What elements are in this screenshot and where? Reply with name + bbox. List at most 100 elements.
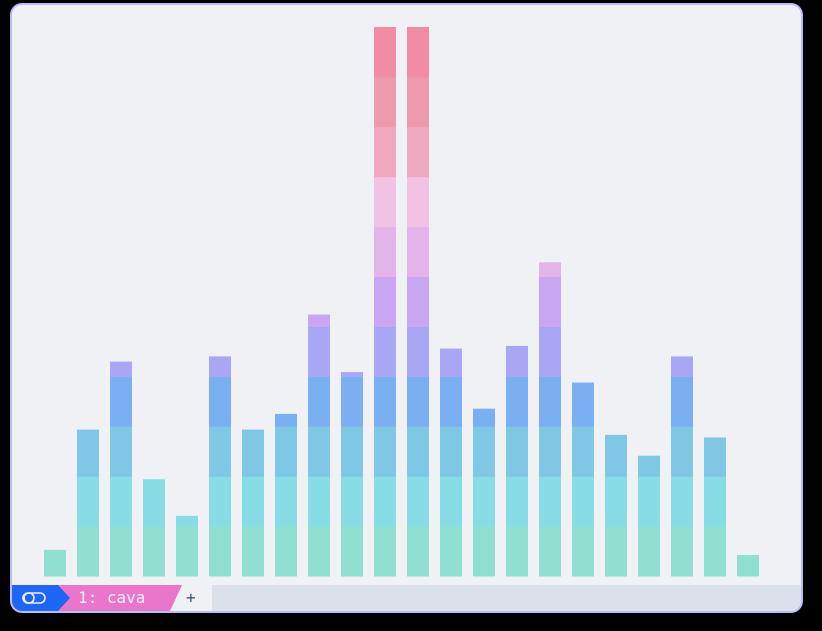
tmux-status-bar: 1: cava + <box>12 585 801 611</box>
visualizer-bar-segment <box>473 426 495 477</box>
visualizer-bar-segment <box>374 526 396 577</box>
visualizer-bar-segment <box>572 426 594 477</box>
visualizer-bar-segment <box>671 356 693 377</box>
visualizer-bar-segment <box>572 476 594 527</box>
visualizer-bar <box>341 372 363 577</box>
visualizer-bar-segment <box>704 437 726 477</box>
terminal-window: 1: cava + <box>10 3 803 613</box>
visualizer-bar-segment <box>572 382 594 427</box>
visualizer-bar-segment <box>242 526 264 577</box>
visualizer-bar-segment <box>407 326 429 377</box>
visualizer-bar-segment <box>407 276 429 327</box>
visualizer-bar-segment <box>506 376 528 427</box>
visualizer-bar-segment <box>176 515 198 527</box>
visualizer-bar-segment <box>407 426 429 477</box>
visualizer-bar-segment <box>374 176 396 228</box>
visualizer-bar-segment <box>143 479 165 527</box>
visualizer-bar-segment <box>407 526 429 577</box>
visualizer-bar <box>374 27 396 577</box>
visualizer-bar-segment <box>440 426 462 477</box>
visualizer-bar-segment <box>77 476 99 527</box>
visualizer-bar-segment <box>77 526 99 577</box>
visualizer-bar-segment <box>671 376 693 427</box>
tab-cava[interactable]: 1: cava <box>58 585 182 611</box>
visualizer-bar-segment <box>539 376 561 427</box>
visualizer-bar-segment <box>440 376 462 427</box>
visualizer-bar <box>704 437 726 577</box>
visualizer-bar <box>110 361 132 577</box>
toggle-switch-icon <box>22 592 46 604</box>
visualizer-bar-segment <box>440 476 462 527</box>
visualizer-bar-segment <box>407 126 429 178</box>
visualizer-bar-segment <box>209 526 231 577</box>
visualizer-bar-segment <box>209 476 231 527</box>
visualizer-bar-segment <box>341 476 363 527</box>
visualizer-bar-segment <box>407 226 429 278</box>
visualizer-bar-segment <box>506 345 528 377</box>
visualizer-bar <box>539 262 561 577</box>
visualizer-bar <box>473 408 495 577</box>
visualizer-bar-segment <box>77 429 99 477</box>
visualizer-bar <box>605 434 627 577</box>
visualizer-bar-segment <box>308 376 330 427</box>
visualizer-bar-segment <box>374 27 396 78</box>
session-indicator[interactable] <box>12 585 70 611</box>
visualizer-bar-segment <box>506 426 528 477</box>
visualizer-bar-segment <box>539 262 561 278</box>
visualizer-bar-segment <box>374 476 396 527</box>
visualizer-bar-segment <box>341 376 363 427</box>
visualizer-bar-segment <box>110 426 132 477</box>
visualizer-bar-segment <box>110 376 132 427</box>
visualizer-bar-segment <box>308 326 330 377</box>
visualizer-bar-segment <box>209 356 231 377</box>
visualizer-bar <box>506 345 528 577</box>
visualizer-bar-segment <box>275 413 297 427</box>
visualizer-bar-segment <box>275 476 297 527</box>
visualizer-bar-segment <box>110 476 132 527</box>
visualizer-bar-segment <box>374 226 396 278</box>
visualizer-bar <box>275 413 297 577</box>
visualizer-bar-segment <box>374 326 396 377</box>
visualizer-bar-segment <box>275 526 297 577</box>
visualizer-bar-segment <box>374 76 396 128</box>
visualizer-bar-segment <box>506 476 528 527</box>
visualizer-bar <box>242 429 264 577</box>
visualizer-bar-segment <box>176 526 198 577</box>
visualizer-bar <box>440 348 462 577</box>
visualizer-bar-segment <box>539 426 561 477</box>
visualizer-bar-segment <box>407 176 429 228</box>
visualizer-bar-segment <box>638 455 660 477</box>
visualizer-bar-segment <box>308 426 330 477</box>
visualizer-bar-segment <box>473 408 495 427</box>
visualizer-bar-segment <box>539 276 561 327</box>
visualizer-bar-segment <box>374 126 396 178</box>
audio-visualizer <box>44 27 759 577</box>
visualizer-bar <box>308 314 330 577</box>
visualizer-bar <box>737 555 759 577</box>
visualizer-bar-segment <box>605 526 627 577</box>
visualizer-bar-segment <box>671 426 693 477</box>
visualizer-bar <box>209 356 231 577</box>
visualizer-bar-segment <box>407 476 429 527</box>
visualizer-bar-segment <box>473 476 495 527</box>
visualizer-bar-segment <box>341 426 363 477</box>
visualizer-bar-segment <box>209 376 231 427</box>
visualizer-bar-segment <box>209 426 231 477</box>
visualizer-bar-segment <box>671 476 693 527</box>
visualizer-bar-segment <box>638 476 660 527</box>
visualizer-bar-segment <box>374 426 396 477</box>
visualizer-bar-segment <box>341 526 363 577</box>
visualizer-bar-segment <box>407 76 429 128</box>
visualizer-bar-segment <box>110 361 132 377</box>
plus-icon: + <box>186 588 196 607</box>
visualizer-bar-segment <box>407 27 429 78</box>
visualizer-bar-segment <box>110 526 132 577</box>
visualizer-bar <box>638 455 660 577</box>
visualizer-bar <box>572 382 594 577</box>
visualizer-bar-segment <box>539 476 561 527</box>
visualizer-bar-segment <box>572 526 594 577</box>
visualizer-bar-segment <box>440 348 462 377</box>
visualizer-bar-segment <box>44 549 66 577</box>
visualizer-bar-segment <box>308 476 330 527</box>
visualizer-bar-segment <box>539 326 561 377</box>
